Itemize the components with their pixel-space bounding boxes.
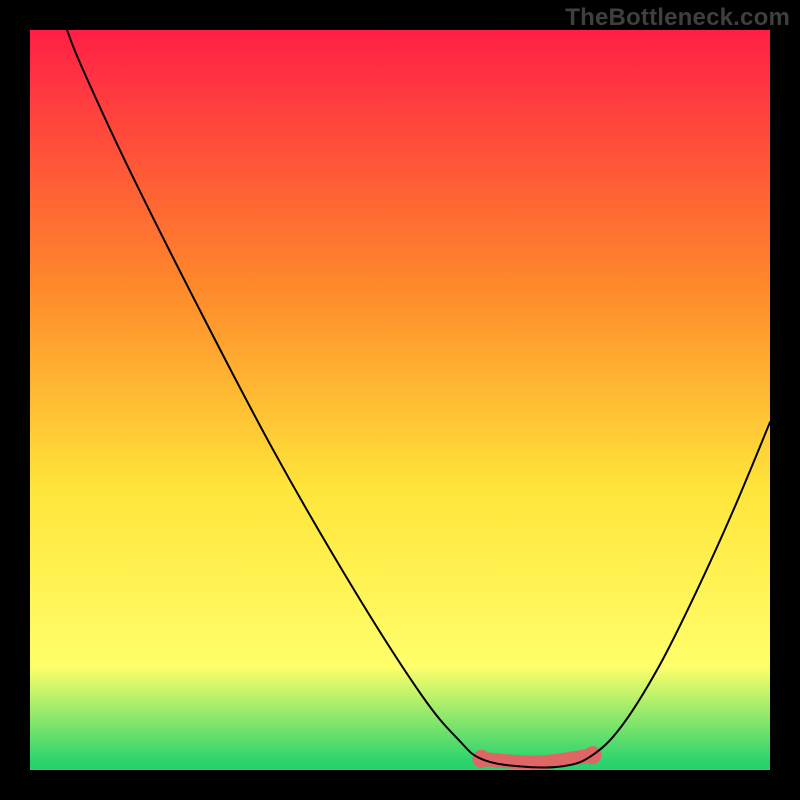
watermark-text: TheBottleneck.com — [565, 4, 790, 32]
gradient-background — [30, 30, 770, 770]
bottleneck-chart-svg — [30, 30, 770, 770]
chart-frame: TheBottleneck.com — [0, 0, 800, 800]
chart-plot — [30, 30, 770, 770]
optimal-range-highlight — [481, 755, 592, 762]
